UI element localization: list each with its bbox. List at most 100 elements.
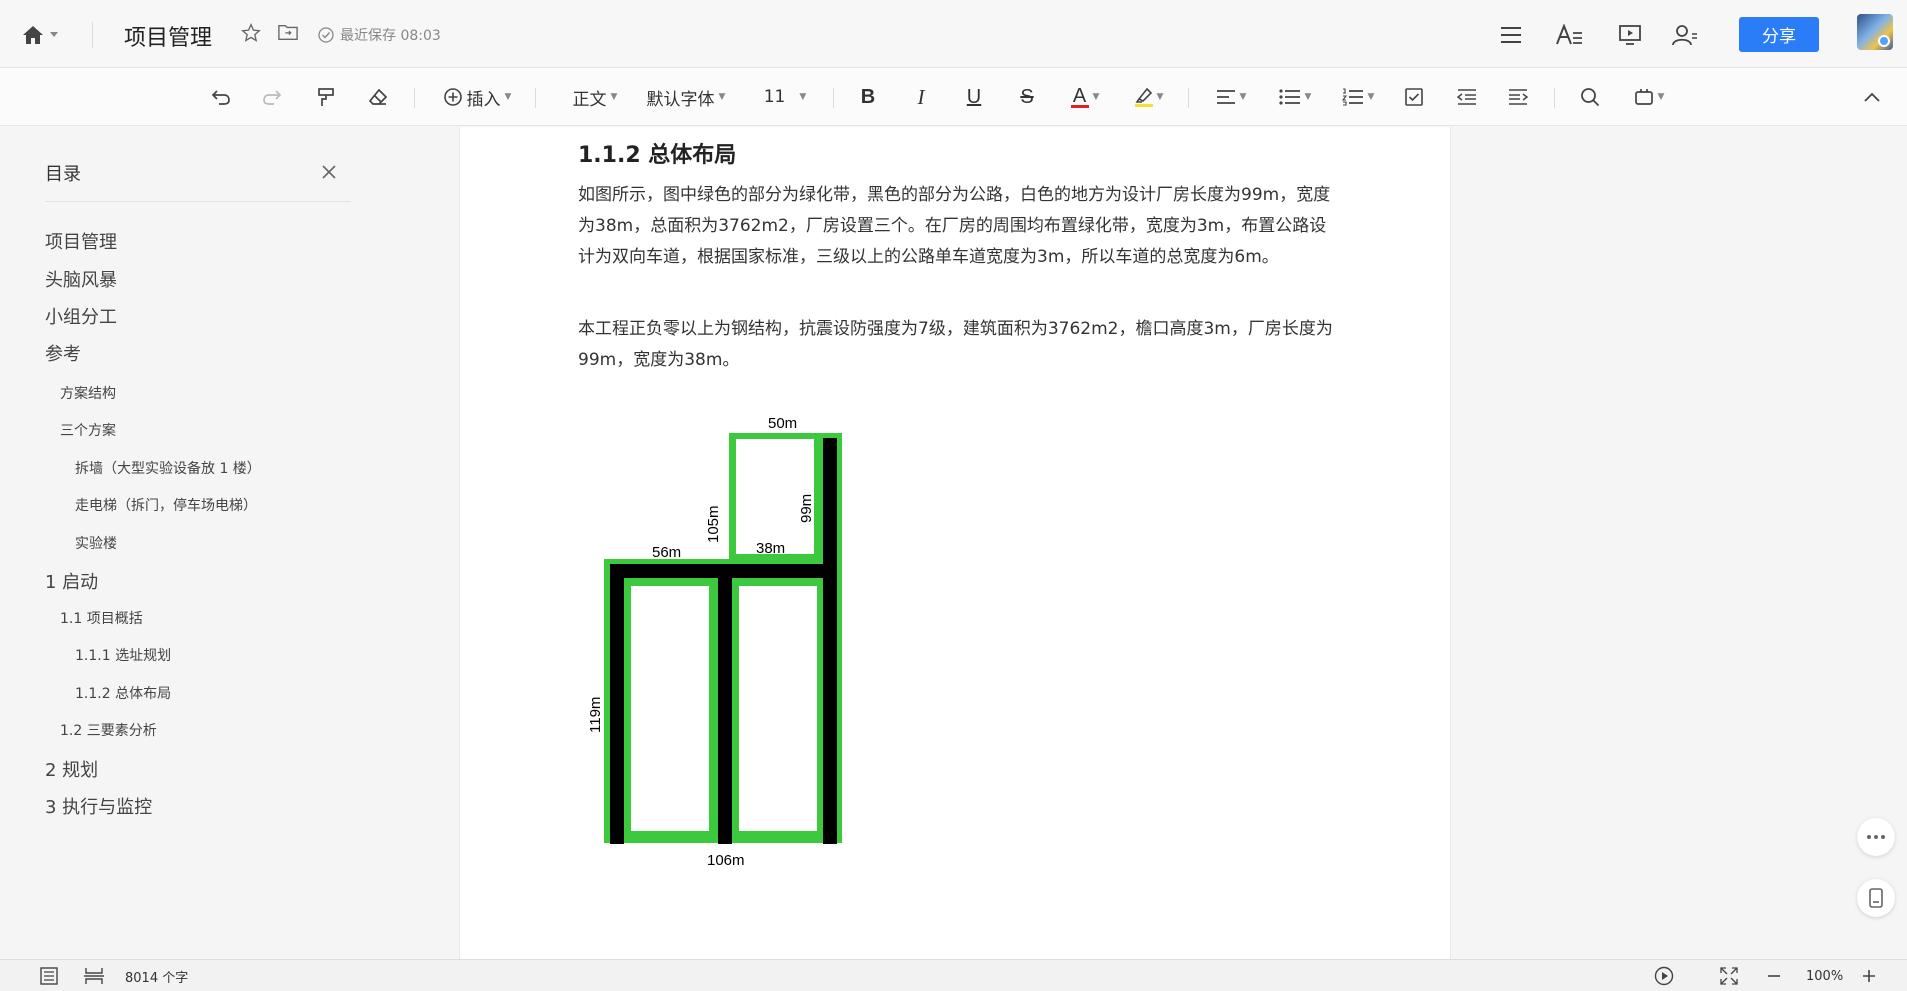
chevron-down-icon: ▼ — [1657, 92, 1665, 102]
toc-item[interactable]: 走电梯（拆门，停车场电梯） — [75, 495, 257, 515]
undo-button[interactable] — [208, 82, 234, 112]
outdent-button[interactable] — [1454, 82, 1480, 112]
fullscreen-button[interactable] — [1720, 960, 1738, 991]
play-circle-icon — [1654, 966, 1674, 986]
toc-item[interactable]: 1.1 项目概括 — [60, 608, 143, 628]
toc-title: 目录 — [45, 164, 81, 185]
minus-icon — [1768, 975, 1780, 977]
format-painter-button[interactable] — [313, 82, 339, 112]
toc-item[interactable]: 1.1.1 选址规划 — [75, 645, 171, 665]
play-button[interactable] — [1654, 960, 1674, 991]
page-view-button[interactable] — [83, 960, 105, 991]
outline-icon — [40, 967, 58, 985]
toc-item[interactable]: 1 启动 — [45, 568, 98, 594]
checklist-button[interactable] — [1401, 82, 1427, 112]
clear-format-button[interactable] — [365, 82, 391, 112]
building-lower-left — [631, 586, 709, 831]
toc-item[interactable]: 参考 — [45, 340, 81, 366]
word-count: 8014 个字 — [125, 970, 189, 986]
zoom-out-button[interactable] — [1768, 960, 1780, 991]
toc-item[interactable]: 1.2 三要素分析 — [60, 720, 157, 740]
chevron-down-icon: ▼ — [504, 92, 512, 102]
divider — [1188, 88, 1189, 108]
zoom-in-button[interactable] — [1863, 960, 1875, 991]
menu-icon[interactable] — [1496, 20, 1526, 50]
checkbox-icon — [1405, 88, 1423, 106]
layout-figure: 50m 105m 99m 56m 38m 224m 119m 106m — [578, 393, 872, 942]
font-size-select[interactable]: 11 ▼ — [760, 82, 810, 112]
save-status: 最近保存 08:03 — [318, 25, 441, 45]
road-right — [823, 438, 837, 844]
redo-button[interactable] — [259, 82, 285, 112]
dimension-label: 119m — [587, 697, 604, 733]
bullet-list-button[interactable]: ▼ — [1275, 82, 1315, 112]
chevron-down-icon: ▼ — [1092, 92, 1100, 102]
dimension-label: 38m — [756, 540, 785, 557]
font-color-button[interactable]: A ▼ — [1064, 82, 1106, 112]
fullscreen-icon — [1720, 967, 1738, 985]
strikethrough-button[interactable]: S — [1015, 82, 1039, 112]
share-button[interactable]: 分享 — [1739, 17, 1819, 52]
align-button[interactable]: ▼ — [1211, 82, 1251, 112]
toc-item[interactable]: 3 执行与监控 — [45, 793, 152, 819]
toc-item[interactable]: 拆墙（大型实验设备放 1 楼） — [75, 458, 261, 478]
chevron-up-icon — [1864, 92, 1880, 102]
divider — [45, 201, 351, 202]
status-bar: 8014 个字 100% — [0, 959, 1907, 991]
check-circle-icon — [318, 27, 334, 43]
outline-toggle-button[interactable] — [40, 960, 58, 991]
avatar[interactable] — [1857, 14, 1893, 50]
numbered-list-button[interactable]: ▼ — [1338, 82, 1378, 112]
more-options-button[interactable] — [1857, 818, 1895, 856]
collapse-toolbar-button[interactable] — [1860, 82, 1884, 112]
toc-item[interactable]: 2 规划 — [45, 756, 98, 782]
toc-item[interactable]: 实验楼 — [75, 533, 117, 553]
search-button[interactable] — [1577, 82, 1603, 112]
move-to-folder-icon[interactable] — [278, 23, 298, 45]
close-icon[interactable] — [318, 161, 340, 183]
chevron-down-icon: ▼ — [718, 92, 726, 102]
text-format-icon[interactable] — [1554, 20, 1584, 50]
document-title[interactable]: 项目管理 — [124, 20, 212, 52]
chevron-down-icon: ▼ — [1239, 92, 1247, 102]
formatting-toolbar: 插入 ▼ 正文 ▼ 默认字体 ▼ 11 ▼ B I U S A ▼ ▼ ▼ ▼ — [0, 68, 1907, 126]
divider — [833, 88, 834, 108]
paragraph-style-label: 正文 — [572, 89, 607, 110]
insert-menu[interactable]: 插入 ▼ — [438, 82, 516, 112]
paragraph-style-select[interactable]: 正文 ▼ — [565, 82, 625, 112]
toc-sidebar: 目录 项目管理 头脑风暴 小组分工 参考 方案结构 三个方案 拆墙（大型实验设备… — [0, 127, 460, 959]
zoom-level[interactable]: 100% — [1806, 960, 1843, 991]
mobile-view-button[interactable] — [1857, 879, 1895, 917]
paragraph: 本工程正负零以上为钢结构，抗震设防强度为7级，建筑面积为3762m2，檐口高度3… — [578, 319, 1333, 370]
present-icon[interactable] — [1615, 20, 1645, 50]
bold-button[interactable]: B — [856, 82, 880, 112]
highlight-button[interactable]: ▼ — [1128, 82, 1170, 112]
font-family-select[interactable]: 默认字体 ▼ — [643, 82, 729, 112]
font-color-icon: A — [1072, 84, 1087, 107]
collaborators-icon[interactable] — [1670, 20, 1700, 50]
divider — [535, 88, 536, 108]
toc-item[interactable]: 项目管理 — [45, 228, 117, 254]
indent-button[interactable] — [1505, 82, 1531, 112]
star-icon[interactable] — [241, 23, 261, 47]
chevron-down-icon: ▼ — [1156, 92, 1164, 102]
numbered-list-icon — [1341, 88, 1363, 106]
document-page[interactable]: 1.1.2 总体布局 如图所示，图中绿色的部分为绿化带，黑色的部分为公路，白色的… — [459, 127, 1451, 959]
toc-item[interactable]: 三个方案 — [60, 420, 116, 440]
toc-item[interactable]: 方案结构 — [60, 383, 116, 403]
underline-button[interactable]: U — [962, 82, 986, 112]
more-tools-button[interactable]: ▼ — [1628, 82, 1670, 112]
toc-item-active[interactable]: 1.1.2 总体布局 — [75, 683, 171, 703]
dimension-label: 106m — [707, 852, 745, 869]
plus-circle-icon — [443, 88, 462, 106]
toc-item[interactable]: 小组分工 — [45, 303, 117, 329]
italic-button[interactable]: I — [909, 82, 933, 112]
divider — [414, 88, 415, 108]
more-horizontal-icon — [1867, 835, 1885, 839]
home-menu-button[interactable] — [22, 22, 68, 48]
home-icon — [23, 26, 43, 44]
chevron-down-icon: ▼ — [1304, 92, 1312, 102]
highlighter-icon — [1135, 87, 1152, 103]
toc-item[interactable]: 头脑风暴 — [45, 266, 117, 292]
chevron-down-icon: ▼ — [1367, 92, 1375, 102]
